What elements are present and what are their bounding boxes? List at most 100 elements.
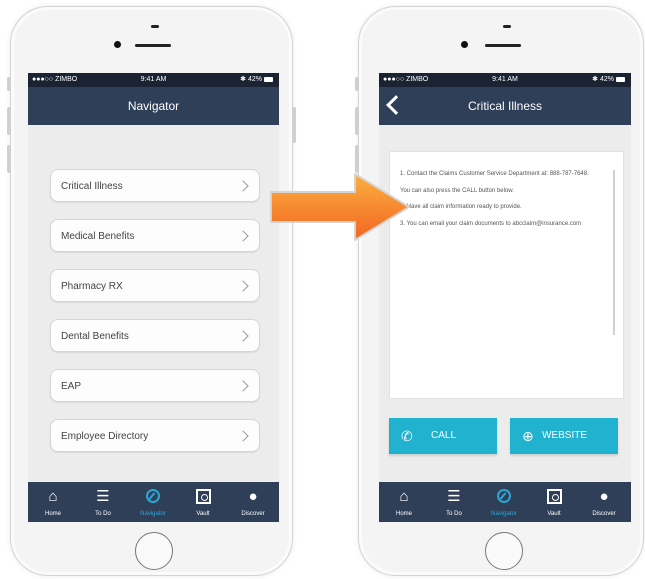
instruction-step-1: 1. Contact the Claims Customer Service D… xyxy=(400,171,589,177)
vault-icon xyxy=(178,489,228,508)
battery-icon xyxy=(616,76,625,82)
tab-label: Home xyxy=(395,511,412,517)
tab-to-do[interactable]: ☰ To Do xyxy=(429,482,479,522)
power-button xyxy=(292,107,296,143)
home-button[interactable] xyxy=(485,532,523,570)
right-phone: ●●●○○ ZIMBO 9:41 AM ✱ 42% Critical Illne… xyxy=(355,6,644,576)
menu-item-dental-benefits[interactable]: Dental Benefits xyxy=(50,319,260,352)
battery-icon xyxy=(264,76,273,82)
call-button[interactable]: ✆ CALL xyxy=(389,418,497,454)
tab-label: To Do xyxy=(95,511,111,517)
menu-item-label: Critical Illness xyxy=(61,181,123,192)
volume-up-button xyxy=(355,107,359,135)
phone-screen: ●●●○○ ZIMBO 9:41 AM ✱ 42% Navigator Crit… xyxy=(28,73,279,522)
chevron-right-icon xyxy=(237,180,249,192)
nav-bar: Navigator xyxy=(28,87,279,125)
tab-bar: ⌂ Home ☰ To Do Navigator Vault ● Discove… xyxy=(379,482,631,522)
vault-icon xyxy=(529,489,579,508)
tab-label: To Do xyxy=(446,511,462,517)
battery-percent: 42% xyxy=(599,76,614,83)
tab-bar: ⌂ Home ☰ To Do Navigator Vault ● Discove… xyxy=(28,482,279,522)
back-arrow-icon[interactable] xyxy=(386,95,406,115)
menu-item-label: Pharmacy RX xyxy=(61,281,123,292)
earpiece xyxy=(503,25,511,28)
compass-glyph xyxy=(146,489,160,503)
tab-discover[interactable]: ● Discover xyxy=(579,482,629,522)
tab-label: Vault xyxy=(196,511,210,517)
globe-icon: ⊕ xyxy=(522,428,534,444)
page-title: Navigator xyxy=(127,99,180,113)
menu-item-pharmacy-rx[interactable]: Pharmacy RX xyxy=(50,269,260,302)
chevron-right-icon xyxy=(237,280,249,292)
tab-label: Navigator xyxy=(140,511,166,517)
status-bar: ●●●○○ ZIMBO 9:41 AM ✱ 42% xyxy=(379,73,631,87)
vault-glyph xyxy=(195,489,211,504)
menu-item-label: Dental Benefits xyxy=(61,331,129,342)
menu-item-employee-directory[interactable]: Employee Directory xyxy=(50,419,260,452)
menu-item-label: Employee Directory xyxy=(61,431,149,442)
checklist-icon: ☰ xyxy=(447,488,461,505)
tab-label: Discover xyxy=(592,511,616,517)
battery-indicator: ✱ 42% xyxy=(240,73,273,87)
instructions-card: 1. Contact the Claims Customer Service D… xyxy=(389,151,624,399)
instruction-step-3: 3. You can email your claim documents to… xyxy=(400,220,582,227)
chevron-right-icon xyxy=(237,230,249,242)
tab-label: Navigator xyxy=(491,511,517,517)
nav-bar: Critical Illness xyxy=(379,87,631,125)
tab-navigator[interactable]: Navigator xyxy=(479,482,529,522)
tab-vault[interactable]: Vault xyxy=(529,482,579,522)
menu-item-critical-illness[interactable]: Critical Illness xyxy=(50,169,260,202)
scrollbar[interactable] xyxy=(613,170,615,335)
earpiece xyxy=(151,25,159,28)
menu-item-label: EAP xyxy=(61,381,82,392)
mute-switch xyxy=(355,77,359,91)
menu-item-eap[interactable]: EAP xyxy=(50,369,260,402)
status-bar: ●●●○○ ZIMBO 9:41 AM ✱ 42% xyxy=(28,73,279,87)
volume-down-button xyxy=(7,145,11,173)
chevron-right-icon xyxy=(237,380,249,392)
front-camera xyxy=(461,41,468,48)
compass-icon xyxy=(479,489,529,507)
compass-icon xyxy=(128,489,178,507)
speaker-grille xyxy=(135,44,171,47)
tab-navigator[interactable]: Navigator xyxy=(128,482,178,522)
menu-item-label: Medical Benefits xyxy=(61,231,135,242)
home-button[interactable] xyxy=(135,532,173,570)
call-button-label: CALL xyxy=(431,430,457,441)
tab-home[interactable]: ⌂ Home xyxy=(28,482,78,522)
mute-switch xyxy=(7,77,11,91)
tab-discover[interactable]: ● Discover xyxy=(228,482,278,522)
tab-label: Vault xyxy=(547,511,561,517)
website-button[interactable]: ⊕ WEBSITE xyxy=(510,418,618,454)
phone-icon: ✆ xyxy=(401,428,413,444)
checklist-icon: ☰ xyxy=(96,488,110,505)
transition-arrow-icon xyxy=(270,173,410,241)
battery-percent: 42% xyxy=(247,76,262,83)
tab-label: Discover xyxy=(241,511,265,517)
instruction-call-note: You can also press the CALL button below… xyxy=(400,187,514,194)
website-button-label: WEBSITE xyxy=(542,430,588,441)
chevron-right-icon xyxy=(237,430,249,442)
tab-label: Home xyxy=(44,511,61,517)
home-icon: ⌂ xyxy=(399,488,409,505)
tab-vault[interactable]: Vault xyxy=(178,482,228,522)
left-phone: ●●●○○ ZIMBO 9:41 AM ✱ 42% Navigator Crit… xyxy=(7,6,296,576)
compass-glyph xyxy=(497,489,511,503)
tab-home[interactable]: ⌂ Home xyxy=(379,482,429,522)
volume-down-button xyxy=(355,145,359,173)
tab-to-do[interactable]: ☰ To Do xyxy=(78,482,128,522)
home-icon: ⌂ xyxy=(48,488,58,505)
speaker-grille xyxy=(485,44,521,47)
battery-indicator: ✱ 42% xyxy=(592,73,625,87)
phone-screen: ●●●○○ ZIMBO 9:41 AM ✱ 42% Critical Illne… xyxy=(379,73,631,522)
instructions-text: 1. Contact the Claims Customer Service D… xyxy=(400,170,605,236)
menu-item-medical-benefits[interactable]: Medical Benefits xyxy=(50,219,260,252)
discover-icon: ● xyxy=(248,488,258,505)
instruction-step-2: 2. Have all claim information ready to p… xyxy=(400,204,522,210)
front-camera xyxy=(114,41,121,48)
chevron-right-icon xyxy=(237,330,249,342)
volume-up-button xyxy=(7,107,11,135)
vault-glyph xyxy=(546,489,562,504)
discover-icon: ● xyxy=(599,488,609,505)
page-title: Critical Illness xyxy=(467,99,542,113)
